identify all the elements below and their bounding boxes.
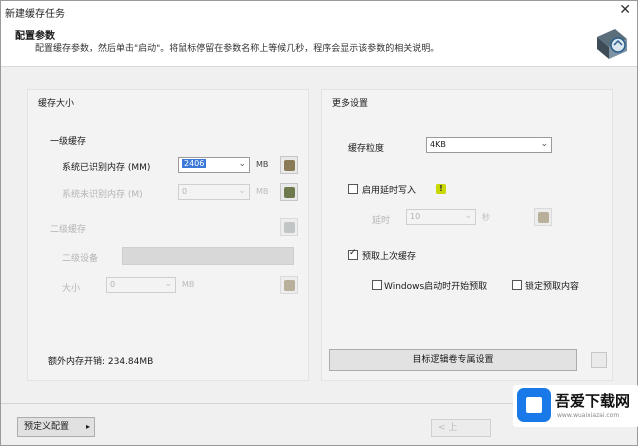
l2-device-label: 二级设备 [62,254,99,264]
new-cache-task-window: 新建缓存任务 ✕ 配置参数 配置缓存参数，然后单击"启动"。将鼠标停留在参数名称… [0,0,638,446]
settings-icon [284,280,295,291]
memory-icon [284,187,295,198]
settings-icon [284,160,295,171]
prefetch-last-cache-checkbox[interactable] [348,248,358,260]
page-title: 配置参数 [15,31,55,42]
window-title: 新建缓存任务 [5,9,65,20]
title-bar: 新建缓存任务 ✕ [1,1,637,21]
granularity-value: 4KB [430,140,446,149]
delay-combo[interactable]: 10 ⌄ [406,209,476,225]
watermark: 吾爱下载网 www.wuaixiazai.com [513,385,638,427]
l2-size-label: 大小 [62,284,81,294]
chevron-down-icon: ⌄ [238,159,246,169]
unrecognized-ram-label: 系统未识别内存 (M) [62,190,143,200]
side-tool-button[interactable] [591,352,607,368]
page-description: 配置缓存参数，然后单击"启动"。将鼠标停留在参数名称上等候几秒，程序会显示该参数… [35,44,440,54]
target-volume-settings-button[interactable]: 目标逻辑卷专属设置 [329,349,577,371]
settings-icon [538,212,549,223]
preset-config-button[interactable]: 预定义配置 ▸ [17,417,95,437]
chevron-down-icon: ⌄ [238,186,246,196]
prefetch-last-cache-label[interactable]: 预取上次缓存 [362,249,416,262]
delayed-write-label[interactable]: 启用延时写入 [362,183,416,196]
l2-toggle-button[interactable] [280,218,298,236]
recognized-ram-label: 系统已识别内存 (MM) [62,163,151,173]
unrecognized-ram-value: 0 [182,187,188,196]
chevron-down-icon: ⌄ [464,211,472,221]
more-settings-panel: 更多设置 缓存粒度 4KB ⌄ 启用延时写入 ! 延时 10 ⌄ 秒 预取上次缓… [321,89,613,381]
previous-button[interactable]: < 上 [431,419,491,437]
tool-icon [284,222,295,233]
delay-value: 10 [410,212,421,221]
l2-size-button[interactable] [280,276,298,294]
windows-startup-prefetch-label[interactable]: Windows启动时开始预取 [384,279,487,292]
close-icon[interactable]: ✕ [619,2,631,18]
warning-icon: ! [436,184,446,194]
recognized-ram-combo[interactable]: 2406 ⌄ [178,157,250,173]
l2-cache-title: 二级缓存 [50,225,87,235]
l2-size-value: 0 [110,280,116,289]
recognized-ram-value: 2406 [182,159,207,168]
cache-size-panel: 缓存大小 一级缓存 系统已识别内存 (MM) 2406 ⌄ MB 系统未识别内存… [27,89,309,381]
lock-prefetch-label[interactable]: 锁定预取内容 [525,279,579,292]
l1-cache-title: 一级缓存 [50,137,87,147]
windows-startup-prefetch-checkbox[interactable] [372,280,382,290]
watermark-url: www.wuaixiazai.com [557,412,620,419]
preset-config-label: 预定义配置 [24,422,70,432]
granularity-combo[interactable]: 4KB ⌄ [426,137,552,153]
l2-size-unit: MB [182,280,195,289]
unrecognized-ram-unit: MB [256,187,269,196]
granularity-label: 缓存粒度 [348,144,385,154]
unrecognized-ram-combo[interactable]: 0 ⌄ [178,184,250,200]
chevron-right-icon: ▸ [85,422,90,431]
delay-unit: 秒 [482,213,490,222]
unrecognized-ram-button[interactable] [280,183,298,201]
lock-prefetch-checkbox[interactable] [512,280,522,290]
recognized-ram-unit: MB [256,160,269,169]
l2-device-field[interactable] [122,247,294,265]
delay-settings-button[interactable] [534,208,552,226]
more-settings-title: 更多设置 [332,99,369,109]
ram-settings-button[interactable] [280,156,298,174]
chevron-down-icon: ⌄ [164,279,172,289]
extra-memory-text: 额外内存开销: 234.84MB [48,357,154,367]
l2-size-combo[interactable]: 0 ⌄ [106,277,176,293]
cache-size-title: 缓存大小 [38,99,75,109]
chevron-down-icon: ⌄ [540,139,548,149]
delay-label: 延时 [372,216,391,226]
app-logo-icon [597,29,627,59]
delayed-write-checkbox[interactable] [348,184,358,194]
page-header: 配置参数 配置缓存参数，然后单击"启动"。将鼠标停留在参数名称上等候几秒，程序会… [1,21,637,67]
watermark-name: 吾爱下载网 [555,392,631,410]
brand-logo-icon [517,388,551,422]
